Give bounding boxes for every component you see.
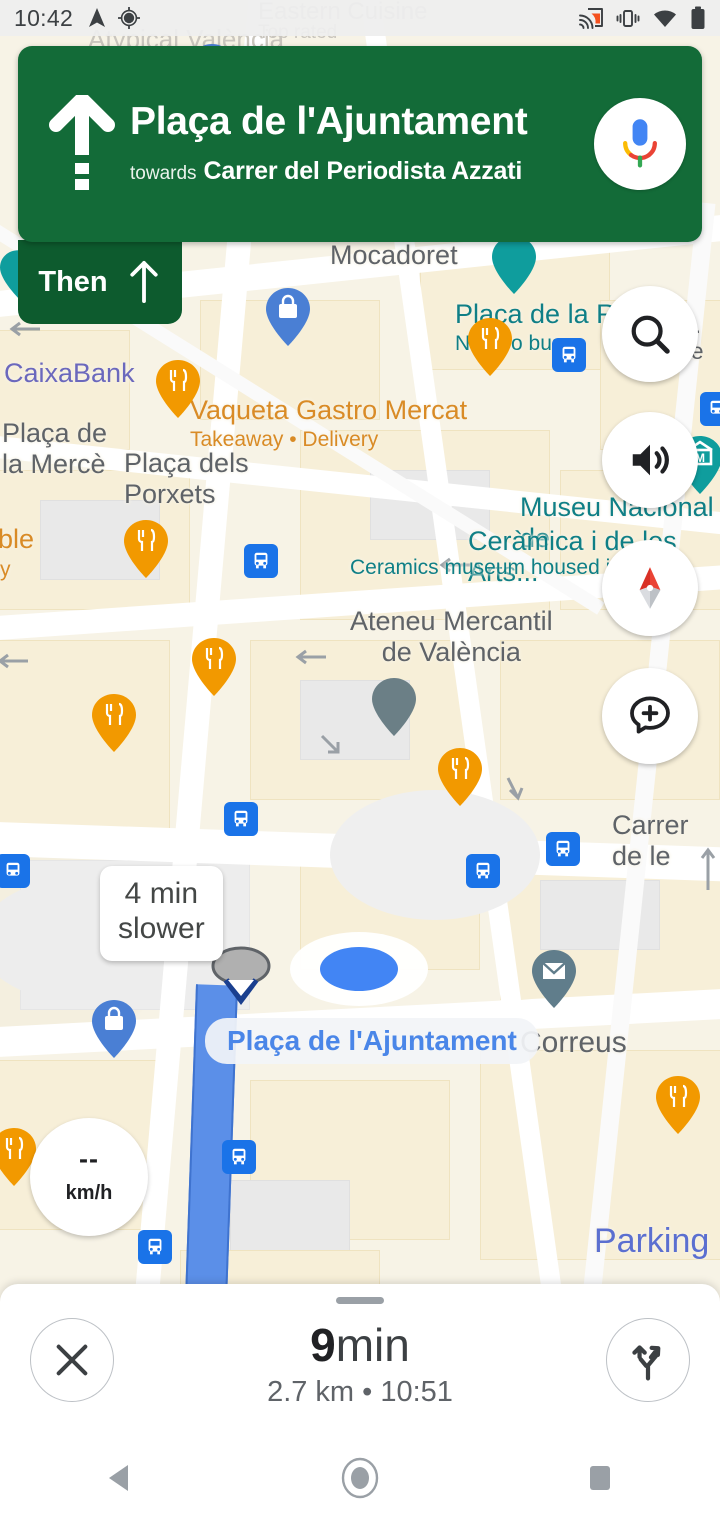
bus-stop-icon[interactable] [0,854,30,888]
status-bar-clock: 10:42 [14,4,74,31]
navigation-bottom-sheet[interactable]: 9min 2.7 km • 10:51 [0,1284,720,1436]
eta-minutes-value: 9 [310,1318,336,1371]
map-label: Carrer de le [612,810,689,872]
status-bar: 10:42 [0,0,720,36]
alt-route-line1: 4 min [124,877,199,910]
android-navigation-bar [0,1436,720,1520]
one-way-arrow-icon [0,653,28,669]
bus-stop-icon[interactable] [700,392,720,426]
map-pin-restaurant[interactable] [192,638,236,696]
bus-stop-icon[interactable] [466,854,500,888]
eta-distance-arrival: 2.7 km • 10:51 [267,1375,453,1408]
primary-street-label: Plaça de l'Ajuntament [130,100,528,144]
bottom-sheet-drag-handle[interactable] [336,1297,384,1304]
one-way-arrow-icon [506,777,524,801]
alternate-routes-button[interactable] [606,1318,690,1402]
destination-pill-text: Plaça de l'Ajuntament [227,1025,517,1056]
search-button[interactable] [602,286,698,382]
map-pin-restaurant[interactable] [656,1076,700,1134]
add-report-button[interactable] [602,668,698,764]
map-pin-generic[interactable] [372,678,416,736]
straight-arrow-icon [49,95,115,190]
one-way-arrow-icon [295,649,326,665]
map-pin-restaurant[interactable] [124,520,168,578]
map-pin-restaurant[interactable] [156,360,200,418]
search-icon [631,315,670,354]
sound-toggle-button[interactable] [602,412,698,508]
map-label: y [0,558,11,581]
bus-stop-icon[interactable] [138,1230,172,1264]
map-label: Plaça dels Porxets [124,448,249,510]
navigation-banner[interactable]: Plaça de l'Ajuntament towards Carrer del… [18,46,702,242]
map-label: Ateneu Mercantil de València [350,606,553,668]
map-label: Parking [594,1222,710,1260]
cast-icon [579,8,603,29]
wifi-icon [654,10,676,27]
back-triangle-icon [109,1465,128,1491]
battery-icon [691,6,705,29]
map-pin-teal[interactable] [492,236,536,294]
secondary-street-label: Carrer del Periodista Azzati [203,156,523,185]
close-x-icon [56,1344,88,1376]
end-navigation-button[interactable] [30,1318,114,1402]
home-button[interactable] [300,1448,420,1508]
speed-value: -- [79,1144,99,1175]
banner-text-block: Plaça de l'Ajuntament towards Carrer del… [120,100,594,186]
user-location-indicator [290,932,428,1006]
straight-arrow-icon [130,261,158,303]
bus-stop-icon[interactable] [224,802,258,836]
alt-route-line2: slower [118,912,205,946]
add-report-bubble-icon [630,696,670,734]
map-pin-restaurant[interactable] [468,318,512,376]
home-circle-icon [341,1457,379,1499]
speedometer[interactable]: -- km/h [30,1118,148,1236]
recents-button[interactable] [540,1448,660,1508]
destination-pill-label[interactable]: Plaça de l'Ajuntament [205,1018,539,1064]
alt-route-callout[interactable]: 4 min slower [100,866,223,961]
map-pin-shop[interactable] [266,288,310,346]
map-label-text: Vaqueta Gastro Mercat [190,395,468,426]
google-assistant-button[interactable] [594,98,686,190]
map-label: ble [0,524,35,554]
map-pin-post-office[interactable] [532,950,576,1008]
map-label: CaixaBank [4,358,135,388]
vibrate-icon [616,10,640,27]
bus-stop-icon[interactable] [222,1140,256,1174]
maneuver-icon-container [44,95,120,193]
map-pin-restaurant[interactable] [438,748,482,806]
google-assistant-mic-icon [623,119,657,168]
alternate-routes-icon [632,1345,661,1381]
bus-stop-icon[interactable] [244,544,278,578]
back-button[interactable] [60,1448,180,1508]
map-label: Mocadoret [330,240,458,270]
bus-stop-icon[interactable] [546,832,580,866]
eta-minutes-unit: min [335,1318,410,1371]
map-pin-restaurant[interactable] [92,694,136,752]
location-crosshair-icon [118,7,141,29]
one-way-arrow-icon [320,734,340,754]
compass-needle-icon [639,567,661,609]
recents-square-icon [590,1466,610,1490]
speed-unit: km/h [65,1181,113,1204]
user-location-dot [320,947,398,991]
map-label: Plaça de la Mercè [2,418,108,480]
volume-on-icon [632,444,669,476]
bus-stop-icon[interactable] [552,338,586,372]
compass-button[interactable] [602,540,698,636]
towards-word: towards [130,162,197,184]
eta-summary[interactable]: 9min 2.7 km • 10:51 [114,1322,606,1409]
map-pin-shop[interactable] [92,1000,136,1058]
then-label: Then [38,265,108,298]
then-maneuver-panel: Then [18,240,182,324]
navigation-arrow-icon [89,8,106,27]
